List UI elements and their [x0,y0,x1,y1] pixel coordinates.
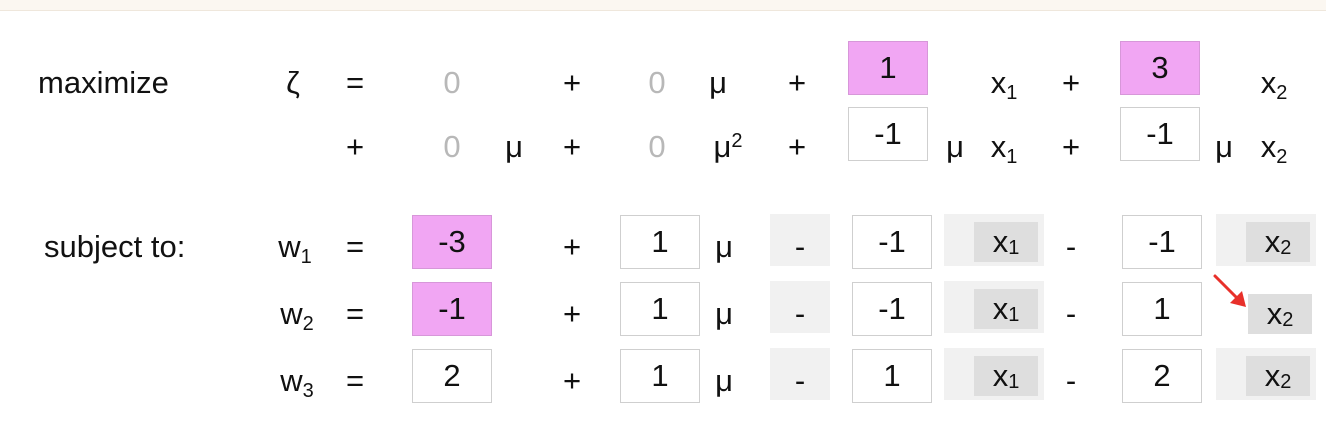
maximize-label: maximize [38,65,169,100]
subject-to-label: subject to: [44,229,186,264]
objective-mu-x1-coefficient[interactable]: -1 [848,107,928,161]
plus-sign: + [787,129,807,164]
plus-sign: + [562,229,582,264]
mu-symbol: μ [946,129,964,164]
constraint-3-mu-coefficient[interactable]: 1 [620,349,700,403]
objective-x1-coefficient[interactable]: 1 [848,41,928,95]
equals-sign: = [345,65,365,100]
objective-mu-coefficient-2[interactable]: 0 [443,131,460,162]
mu-symbol: μ [1215,129,1233,164]
variable-x2-cell[interactable]: x2 [1246,222,1310,262]
constraint-2-mu-coefficient[interactable]: 1 [620,282,700,336]
constraint-1-constant[interactable]: -3 [412,215,492,269]
plus-sign: + [562,129,582,164]
variable-x1: x1 [990,129,1018,168]
objective-mu-squared-coefficient[interactable]: 0 [648,131,665,162]
constraint-2-x2-coefficient[interactable]: 1 [1122,282,1202,336]
equals-sign: = [345,296,365,331]
constraint-3-x1-coefficient[interactable]: 1 [852,349,932,403]
variable-x1-cell[interactable]: x1 [974,222,1038,262]
variable-x2: x2 [1260,65,1288,104]
slack-w2: w2 [280,296,314,335]
equals-sign: = [345,229,365,264]
plus-sign: + [787,65,807,100]
mu-symbol: μ [715,363,733,398]
constraint-1-mu-coefficient[interactable]: 1 [620,215,700,269]
minus-sign: - [1065,296,1077,331]
objective-constant[interactable]: 0 [443,67,460,98]
constraint-3-constant[interactable]: 2 [412,349,492,403]
constraint-2-constant[interactable]: -1 [412,282,492,336]
objective-mu-coefficient[interactable]: 0 [648,67,665,98]
equals-sign: = [345,363,365,398]
variable-x2-cell-dragging[interactable]: x2 [1248,294,1312,334]
lp-editor-panel: maximize ζ = 0 + 0 μ + 1 x1 + 3 x2 + 0 μ… [0,10,1326,433]
plus-sign: + [562,363,582,398]
plus-sign: + [562,65,582,100]
constraint-1-x1-coefficient[interactable]: -1 [852,215,932,269]
minus-sign: - [1065,363,1077,398]
minus-sign: - [1065,229,1077,264]
constraint-3-x2-coefficient[interactable]: 2 [1122,349,1202,403]
mu-symbol: μ [715,296,733,331]
plus-sign: + [1061,129,1081,164]
mu-symbol: μ [715,229,733,264]
variable-x1: x1 [990,65,1018,104]
slack-w3: w3 [280,363,314,402]
variable-x2: x2 [1260,129,1288,168]
plus-sign: + [345,129,365,164]
objective-x2-coefficient[interactable]: 3 [1120,41,1200,95]
variable-x1-cell[interactable]: x1 [974,289,1038,329]
variable-x2-cell[interactable]: x2 [1246,356,1310,396]
red-arrow-icon [1213,274,1246,307]
mu-symbol: μ [709,65,727,100]
slack-w1: w1 [278,229,312,268]
variable-x1-cell[interactable]: x1 [974,356,1038,396]
objective-mu-x2-coefficient[interactable]: -1 [1120,107,1200,161]
constraint-1-x2-coefficient[interactable]: -1 [1122,215,1202,269]
minus-sign: - [794,363,806,398]
plus-sign: + [1061,65,1081,100]
minus-sign: - [794,296,806,331]
zeta-symbol: ζ [286,65,300,100]
mu-squared-symbol: μ2 [713,129,743,164]
minus-sign: - [794,229,806,264]
mu-symbol: μ [505,129,523,164]
plus-sign: + [562,296,582,331]
constraint-2-x1-coefficient[interactable]: -1 [852,282,932,336]
